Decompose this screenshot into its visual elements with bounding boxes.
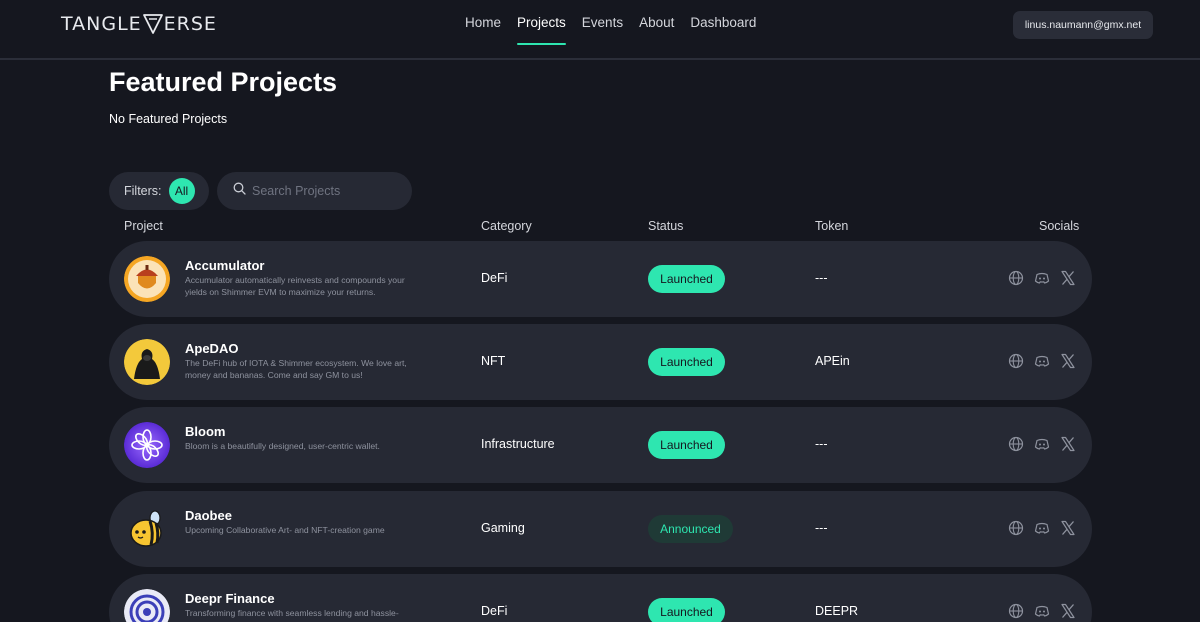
globe-icon[interactable] xyxy=(1007,436,1024,453)
column-header-project: Project xyxy=(124,219,163,233)
nav-dashboard[interactable]: Dashboard xyxy=(690,0,756,45)
project-description: Accumulator automatically reinvests and … xyxy=(185,275,405,297)
nav-projects[interactable]: Projects xyxy=(517,0,566,45)
project-description: Bloom is a beautifully designed, user-ce… xyxy=(185,441,380,451)
flower-icon xyxy=(124,422,170,468)
featured-empty-text: No Featured Projects xyxy=(109,112,228,126)
nav-about[interactable]: About xyxy=(639,0,674,45)
status-badge: Launched xyxy=(648,431,725,459)
project-row[interactable]: ApeDAO The DeFi hub of IOTA & Shimmer ec… xyxy=(109,324,1092,400)
project-row[interactable]: Bloom Bloom is a beautifully designed, u… xyxy=(109,407,1092,483)
discord-icon[interactable] xyxy=(1033,603,1050,620)
acorn-icon xyxy=(124,256,170,302)
main-nav: Home Projects Events About Dashboard xyxy=(465,0,772,45)
socials-group xyxy=(1007,519,1076,537)
project-description: Transforming finance with seamless lendi… xyxy=(185,608,399,618)
project-name: Daobee xyxy=(185,508,232,523)
globe-icon[interactable] xyxy=(1007,353,1024,370)
discord-icon[interactable] xyxy=(1033,520,1050,537)
column-header-token: Token xyxy=(815,219,849,233)
search-icon xyxy=(233,182,246,200)
x-icon[interactable] xyxy=(1059,603,1076,620)
nav-home[interactable]: Home xyxy=(465,0,501,45)
globe-icon[interactable] xyxy=(1007,270,1024,287)
x-icon[interactable] xyxy=(1059,353,1076,370)
top-navbar: TANGLE ERSE Home Projects Events About D… xyxy=(0,0,1200,60)
socials-group xyxy=(1007,352,1076,370)
project-name: Bloom xyxy=(185,424,226,439)
project-category: Infrastructure xyxy=(481,437,555,451)
x-icon[interactable] xyxy=(1059,270,1076,287)
discord-icon[interactable] xyxy=(1033,270,1050,287)
project-row[interactable]: Daobee Upcoming Collaborative Art- and N… xyxy=(109,491,1092,567)
project-row[interactable]: Deepr Finance Transforming finance with … xyxy=(109,574,1092,622)
socials-group xyxy=(1007,269,1076,287)
project-name: Deepr Finance xyxy=(185,591,275,606)
filter-all-button[interactable]: All xyxy=(168,178,195,204)
search-input[interactable] xyxy=(252,184,402,198)
project-token: --- xyxy=(815,271,828,285)
project-name: Accumulator xyxy=(185,258,265,273)
filters-label: Filters: xyxy=(124,184,162,198)
page-title: Featured Projects xyxy=(109,67,338,97)
project-description: The DeFi hub of IOTA & Shimmer ecosystem… xyxy=(185,358,407,380)
search-box xyxy=(217,172,412,210)
discord-icon[interactable] xyxy=(1033,436,1050,453)
discord-icon[interactable] xyxy=(1033,353,1050,370)
project-description: Upcoming Collaborative Art- and NFT-crea… xyxy=(185,525,385,535)
tangleverse-logo[interactable]: TANGLE ERSE xyxy=(61,11,217,37)
project-name: ApeDAO xyxy=(185,341,239,356)
logo-text-left: TANGLE xyxy=(61,13,142,35)
column-header-status: Status xyxy=(648,219,684,233)
column-header-category: Category xyxy=(481,219,532,233)
status-badge: Launched xyxy=(648,265,725,293)
project-row[interactable]: Accumulator Accumulator automatically re… xyxy=(109,241,1092,317)
project-category: Gaming xyxy=(481,521,525,535)
project-token: DEEPR xyxy=(815,604,859,618)
column-header-socials: Socials xyxy=(1039,219,1080,233)
nav-events[interactable]: Events xyxy=(582,0,623,45)
logo-text-right: ERSE xyxy=(163,13,217,35)
filters-bar: Filters: All xyxy=(109,172,209,210)
status-badge: Announced xyxy=(648,515,733,543)
project-token: --- xyxy=(815,437,828,451)
project-token: APEin xyxy=(815,354,850,368)
user-account-button[interactable]: linus.naumann@gmx.net xyxy=(1013,11,1153,39)
globe-icon[interactable] xyxy=(1007,603,1024,620)
gorilla-icon xyxy=(124,339,170,385)
socials-group xyxy=(1007,602,1076,620)
globe-icon[interactable] xyxy=(1007,520,1024,537)
status-badge: Launched xyxy=(648,598,725,622)
logo-v-icon xyxy=(142,13,163,35)
socials-group xyxy=(1007,435,1076,453)
project-category: NFT xyxy=(481,354,506,368)
project-category: DeFi xyxy=(481,271,508,285)
project-token: --- xyxy=(815,521,828,535)
bee-icon xyxy=(124,506,170,552)
status-badge: Launched xyxy=(648,348,725,376)
x-icon[interactable] xyxy=(1059,436,1076,453)
x-icon[interactable] xyxy=(1059,520,1076,537)
deepr-logo-icon xyxy=(124,589,170,622)
project-category: DeFi xyxy=(481,604,508,618)
